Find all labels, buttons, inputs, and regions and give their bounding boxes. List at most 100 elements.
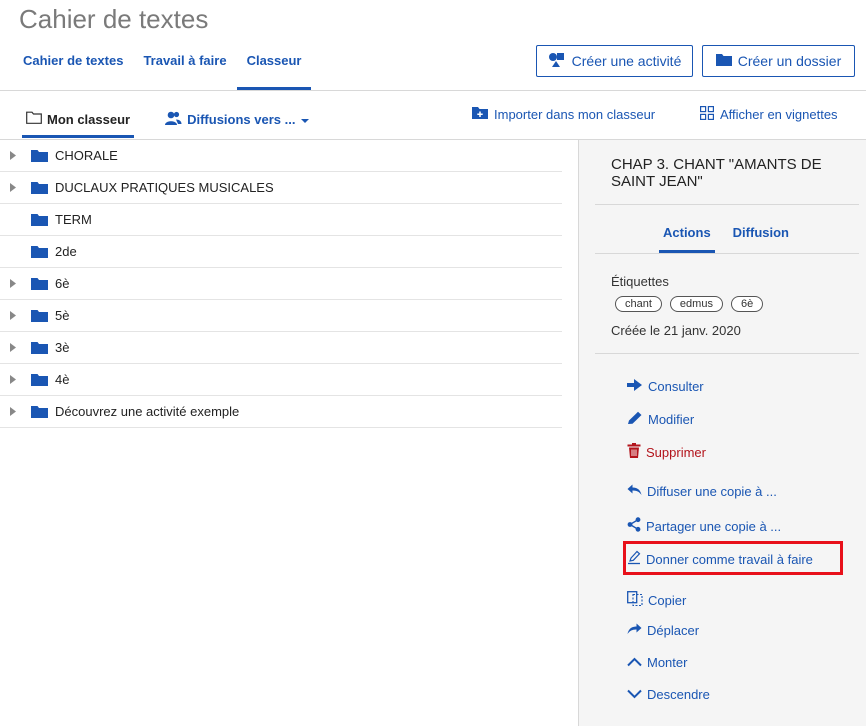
import-link[interactable]: Importer dans mon classeur (472, 106, 655, 122)
created-date: Créée le 21 janv. 2020 (611, 323, 741, 338)
move-action-label: Déplacer (647, 623, 700, 638)
tree-item[interactable]: CHORALE (0, 140, 562, 172)
folder-icon (31, 149, 48, 162)
tree-item[interactable]: 5è (0, 300, 562, 332)
move-up-action[interactable]: Monter (627, 655, 687, 670)
caret-down-icon (300, 112, 310, 127)
arrow-right-icon (627, 379, 643, 394)
thumbnails-label: Afficher en vignettes (720, 107, 838, 122)
chevron-up-icon (627, 655, 642, 670)
tab-classeur[interactable]: Classeur (236, 46, 312, 90)
view-action-label: Consulter (648, 379, 704, 394)
panel-tabs: Actions Diffusion (659, 222, 793, 253)
tree-item[interactable]: 3è (0, 332, 562, 364)
tab-mon-classeur-label: Mon classeur (47, 111, 131, 127)
share-icon (627, 517, 641, 535)
share-copy-label: Partager une copie à ... (646, 518, 782, 534)
tree-item[interactable]: 4è (0, 364, 562, 396)
tag-list: chant edmus 6è (615, 296, 764, 312)
divider (595, 353, 859, 354)
tree-item-label: 6è (55, 276, 70, 291)
folder-outline-icon (26, 111, 42, 127)
pencil-icon (627, 411, 643, 428)
copy-icon (627, 591, 643, 609)
tab-mon-classeur[interactable]: Mon classeur (22, 100, 135, 138)
tree-item-label: DUCLAUX PRATIQUES MUSICALES (55, 180, 274, 195)
move-action[interactable]: Déplacer (627, 623, 699, 638)
folder-icon (31, 309, 48, 322)
trash-icon (627, 443, 641, 461)
tree-item[interactable]: 2de (0, 236, 562, 268)
tab-travail-a-faire[interactable]: Travail à faire (133, 46, 236, 90)
folder-icon (31, 181, 48, 194)
tree-item[interactable]: TERM (0, 204, 562, 236)
move-down-action[interactable]: Descendre (627, 687, 710, 702)
folder-tree: CHORALE DUCLAUX PRATIQUES MUSICALES TERM… (0, 140, 562, 428)
users-icon (164, 111, 182, 128)
broadcast-copy-action[interactable]: Diffuser une copie à ... (627, 484, 777, 499)
divider (595, 253, 859, 254)
tree-item[interactable]: 6è (0, 268, 562, 300)
tree-item[interactable]: Découvrez une activité exemple (0, 396, 562, 428)
tag[interactable]: 6è (730, 296, 764, 312)
edit-action-label: Modifier (648, 412, 695, 427)
create-activity-button[interactable]: Créer une activité (536, 45, 693, 77)
tree-item[interactable]: DUCLAUX PRATIQUES MUSICALES (0, 172, 562, 204)
import-label: Importer dans mon classeur (494, 106, 656, 122)
tree-item-label: 4è (55, 372, 70, 387)
tag[interactable]: chant (615, 296, 662, 312)
folder-icon (31, 373, 48, 386)
grid-icon (700, 106, 714, 123)
caret-right-icon[interactable] (9, 342, 17, 353)
folder-icon (715, 53, 732, 69)
sub-tabs: Mon classeur Diffusions vers ... (22, 100, 314, 140)
delete-action[interactable]: Supprimer (627, 443, 706, 461)
tree-item-label: CHORALE (55, 148, 118, 163)
top-tabs: Cahier de textes Travail à faire Classeu… (13, 46, 312, 90)
edit-action[interactable]: Modifier (627, 411, 694, 428)
tab-actions[interactable]: Actions (659, 222, 715, 253)
reply-arrow-icon (627, 484, 642, 499)
tree-item-label: 5è (55, 308, 70, 323)
share-copy-action[interactable]: Partager une copie à ... (627, 517, 781, 535)
tree-item-label: TERM (55, 212, 92, 227)
tab-diffusions-dropdown[interactable]: Diffusions vers ... (160, 100, 314, 138)
tree-item-label: 3è (55, 340, 70, 355)
app-title: Cahier de textes (19, 4, 209, 34)
caret-right-icon[interactable] (9, 182, 17, 193)
broadcast-copy-label: Diffuser une copie à ... (647, 484, 777, 499)
tag[interactable]: edmus (669, 296, 723, 312)
copy-action-label: Copier (648, 592, 687, 608)
tab-diffusion[interactable]: Diffusion (729, 222, 793, 253)
tab-diffusions-label: Diffusions vers ... (187, 111, 296, 127)
details-panel: CHAP 3. CHANT "AMANTS DE SAINT JEAN" Act… (578, 140, 866, 726)
panel-title: CHAP 3. CHANT "AMANTS DE SAINT JEAN" (611, 156, 822, 190)
caret-right-icon[interactable] (9, 310, 17, 321)
caret-right-icon[interactable] (9, 406, 17, 417)
forward-arrow-icon (627, 623, 642, 638)
tab-cahier-de-textes[interactable]: Cahier de textes (13, 46, 133, 90)
chevron-down-icon (627, 687, 642, 702)
move-down-label: Descendre (647, 687, 710, 702)
folder-icon (31, 277, 48, 290)
highlight-box (623, 541, 843, 575)
folder-icon (31, 405, 48, 418)
move-up-label: Monter (647, 655, 688, 670)
folder-icon (31, 213, 48, 226)
tags-label: Étiquettes (611, 274, 669, 289)
activity-shapes-icon (548, 52, 566, 71)
divider (0, 90, 866, 91)
folder-icon (31, 341, 48, 354)
caret-right-icon[interactable] (9, 278, 17, 289)
view-action[interactable]: Consulter (627, 379, 704, 394)
copy-action[interactable]: Copier (627, 591, 686, 609)
caret-right-icon[interactable] (9, 150, 17, 161)
create-folder-button[interactable]: Créer un dossier (702, 45, 855, 77)
folder-icon (31, 245, 48, 258)
caret-right-icon[interactable] (9, 374, 17, 385)
divider (595, 204, 859, 205)
create-folder-label: Créer un dossier (737, 53, 842, 69)
tree-item-label: 2de (55, 244, 77, 259)
tree-item-label: Découvrez une activité exemple (55, 404, 240, 419)
thumbnails-link[interactable]: Afficher en vignettes (700, 106, 838, 123)
